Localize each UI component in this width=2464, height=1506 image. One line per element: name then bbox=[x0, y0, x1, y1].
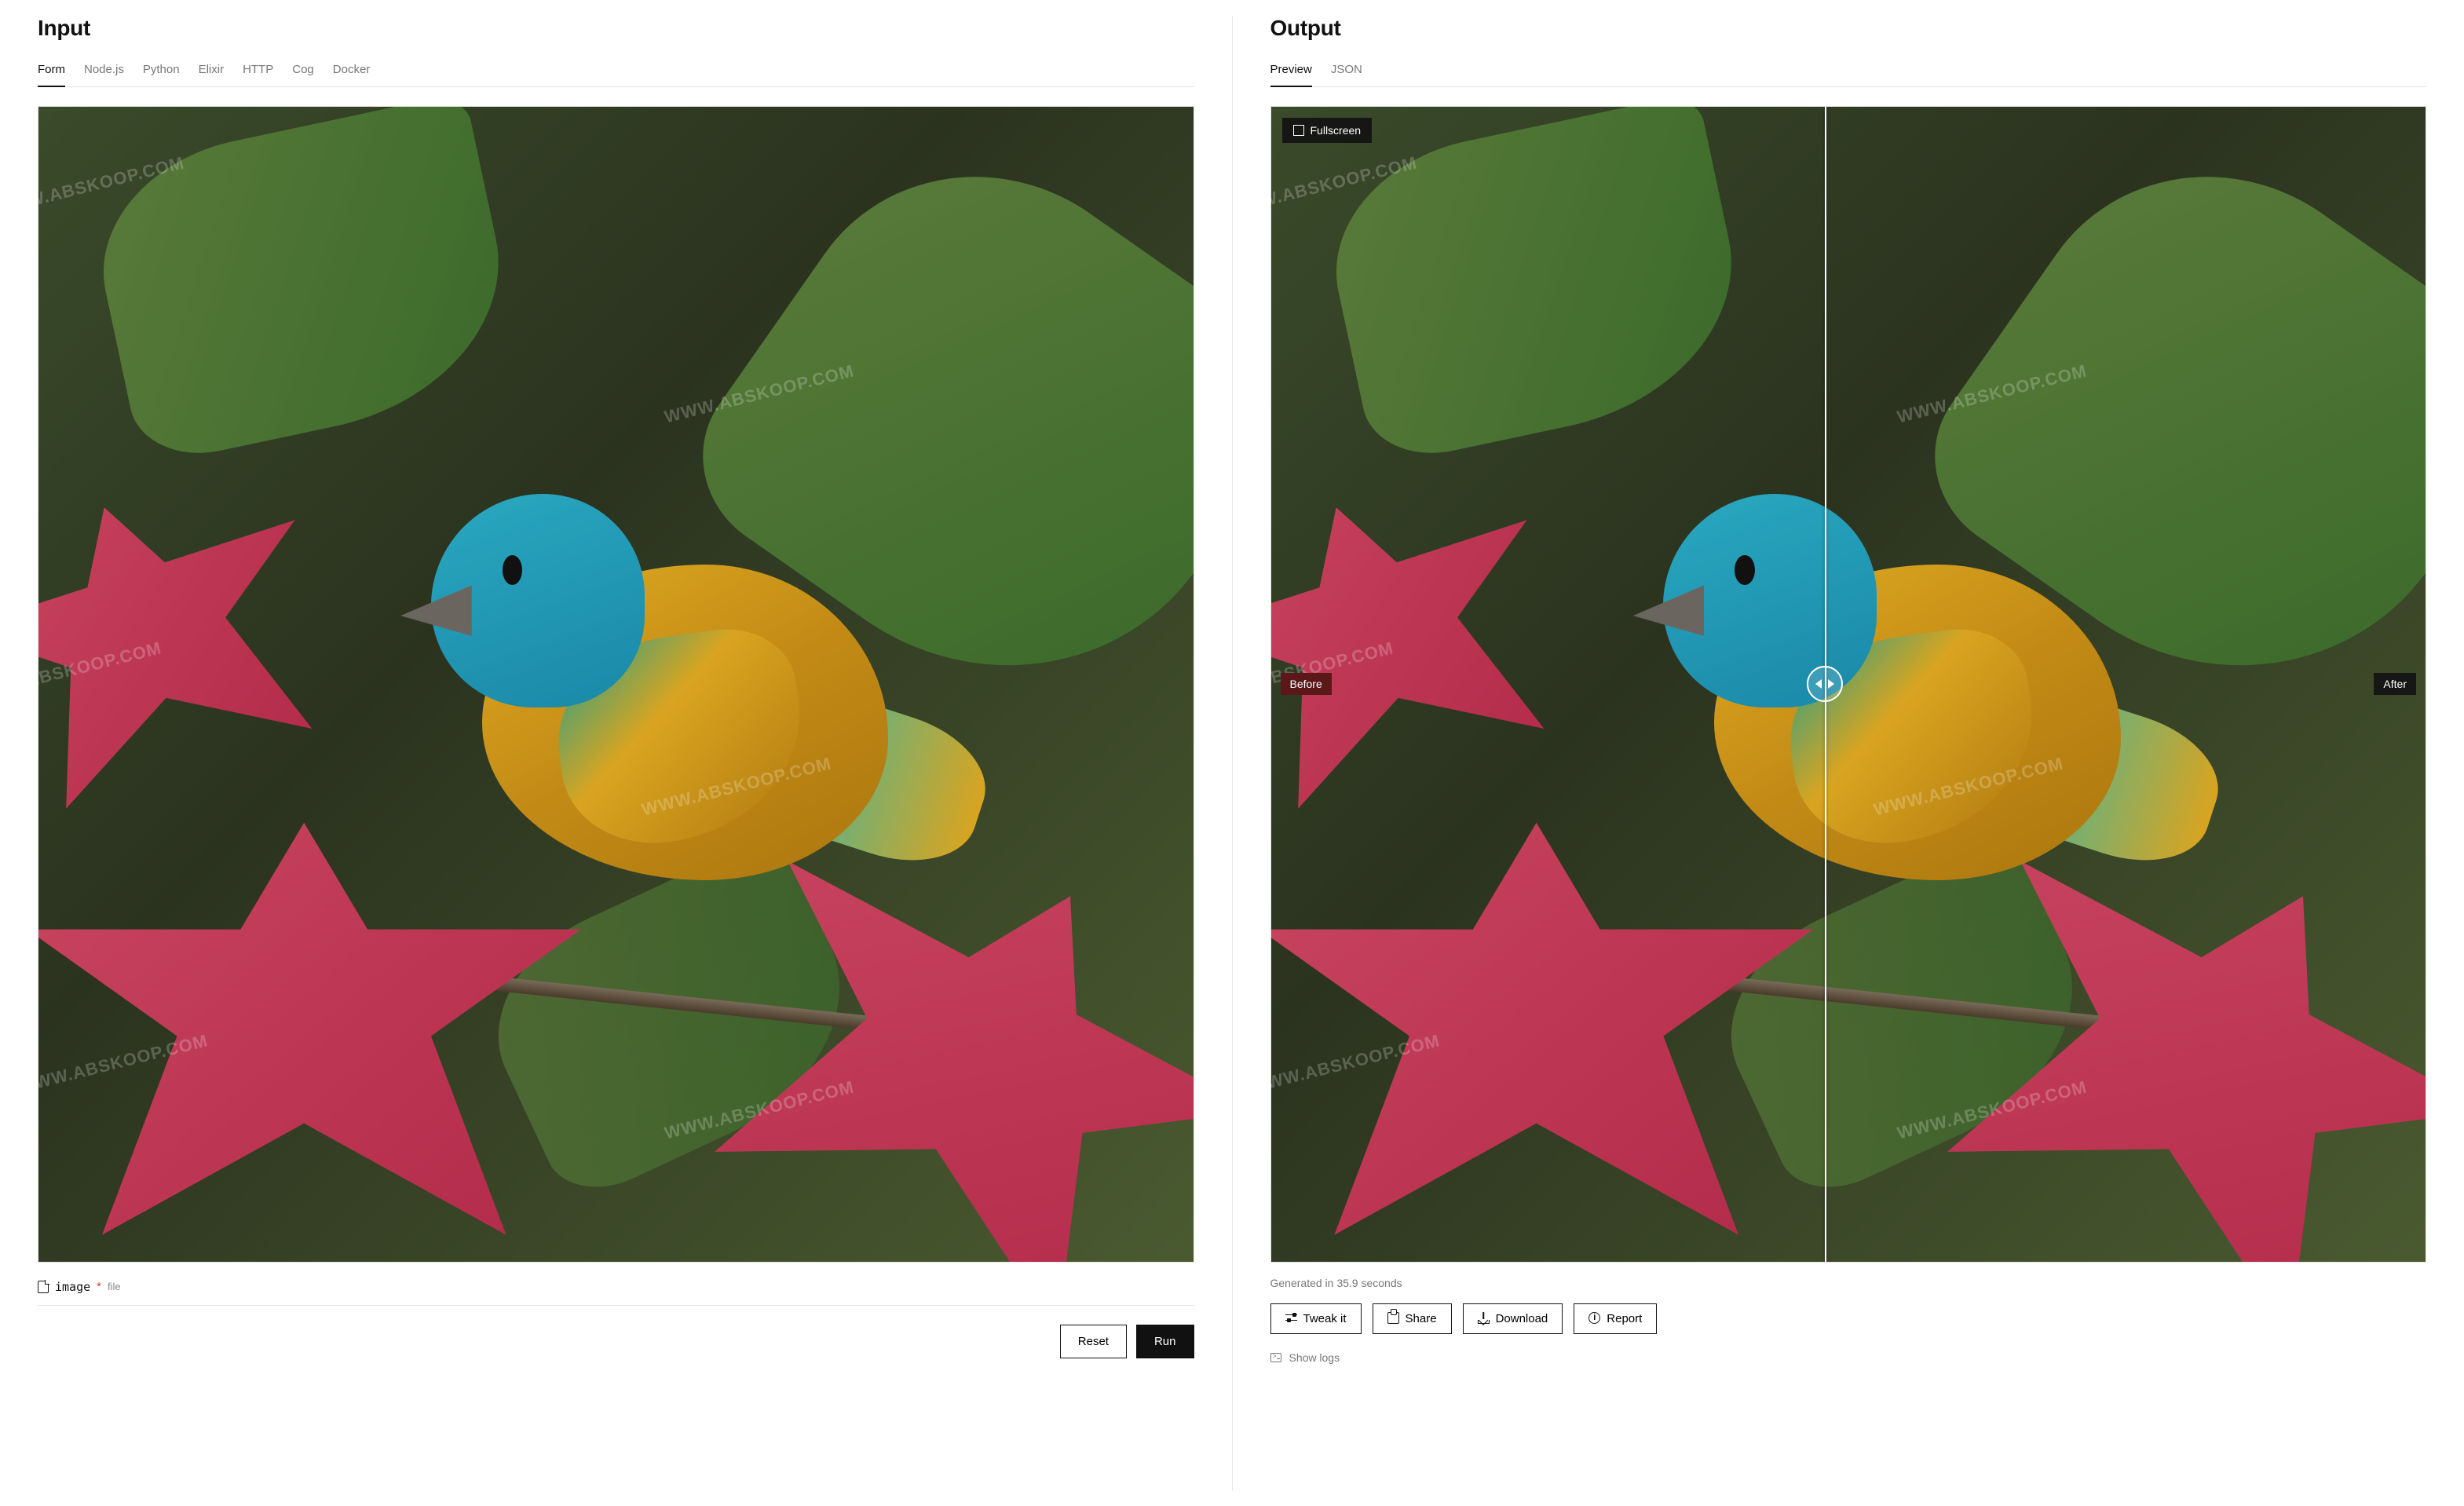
input-image-preview[interactable]: WWW.ABSKOOP.COM WWW.ABSKOOP.COM WWW.ABSK… bbox=[38, 106, 1194, 1263]
after-label: After bbox=[2374, 673, 2416, 695]
output-compare-viewer[interactable]: WWW.ABSKOOP.COM WWW.ABSKOOP.COM WWW.ABSK… bbox=[1270, 106, 2427, 1263]
share-label: Share bbox=[1406, 1312, 1437, 1325]
tweak-label: Tweak it bbox=[1303, 1312, 1347, 1325]
field-name: image bbox=[55, 1280, 90, 1294]
fullscreen-button[interactable]: Fullscreen bbox=[1282, 118, 1373, 143]
image-field-row[interactable]: image * file bbox=[38, 1280, 1194, 1306]
tab-json[interactable]: JSON bbox=[1331, 63, 1362, 87]
before-label: Before bbox=[1281, 673, 1332, 695]
file-icon bbox=[38, 1281, 49, 1293]
input-tabs: Form Node.js Python Elixir HTTP Cog Dock… bbox=[38, 63, 1194, 87]
tab-preview[interactable]: Preview bbox=[1270, 63, 1312, 87]
share-button[interactable]: Share bbox=[1373, 1303, 1452, 1334]
fullscreen-label: Fullscreen bbox=[1311, 124, 1362, 137]
input-pane: Input Form Node.js Python Elixir HTTP Co… bbox=[0, 16, 1232, 1490]
reset-button[interactable]: Reset bbox=[1060, 1325, 1127, 1358]
output-tabs: Preview JSON bbox=[1270, 63, 2427, 87]
run-button[interactable]: Run bbox=[1136, 1325, 1194, 1358]
tab-http[interactable]: HTTP bbox=[243, 63, 273, 87]
field-type-hint: file bbox=[108, 1281, 121, 1292]
tab-python[interactable]: Python bbox=[143, 63, 180, 87]
show-logs-toggle[interactable]: Show logs bbox=[1270, 1351, 2427, 1364]
share-icon bbox=[1387, 1312, 1399, 1324]
output-image-content: WWW.ABSKOOP.COM WWW.ABSKOOP.COM WWW.ABSK… bbox=[1271, 107, 2426, 1262]
sliders-icon bbox=[1285, 1312, 1297, 1324]
download-icon bbox=[1478, 1312, 1490, 1324]
terminal-icon bbox=[1270, 1353, 1281, 1362]
generated-time-text: Generated in 35.9 seconds bbox=[1270, 1277, 2427, 1289]
report-button[interactable]: Report bbox=[1574, 1303, 1657, 1334]
output-actions-row: Tweak it Share Download Report bbox=[1270, 1303, 2427, 1334]
tab-elixir[interactable]: Elixir bbox=[199, 63, 225, 87]
input-title: Input bbox=[38, 16, 1194, 41]
output-pane: Output Preview JSON bbox=[1233, 16, 2464, 1490]
download-button[interactable]: Download bbox=[1463, 1303, 1563, 1334]
show-logs-label: Show logs bbox=[1289, 1351, 1340, 1364]
tab-nodejs[interactable]: Node.js bbox=[84, 63, 124, 87]
tab-form[interactable]: Form bbox=[38, 63, 65, 87]
download-label: Download bbox=[1496, 1312, 1548, 1325]
page-root: Input Form Node.js Python Elixir HTTP Co… bbox=[0, 0, 2464, 1506]
input-image-content: WWW.ABSKOOP.COM WWW.ABSKOOP.COM WWW.ABSK… bbox=[38, 107, 1194, 1262]
compare-slider-handle[interactable] bbox=[1807, 666, 1843, 702]
report-label: Report bbox=[1607, 1312, 1642, 1325]
tab-docker[interactable]: Docker bbox=[333, 63, 371, 87]
output-title: Output bbox=[1270, 16, 2427, 41]
tweak-button[interactable]: Tweak it bbox=[1270, 1303, 1362, 1334]
fullscreen-icon bbox=[1293, 125, 1304, 136]
required-marker: * bbox=[97, 1280, 101, 1293]
tab-cog[interactable]: Cog bbox=[292, 63, 314, 87]
input-button-row: Reset Run bbox=[38, 1325, 1194, 1358]
info-icon bbox=[1588, 1312, 1600, 1324]
